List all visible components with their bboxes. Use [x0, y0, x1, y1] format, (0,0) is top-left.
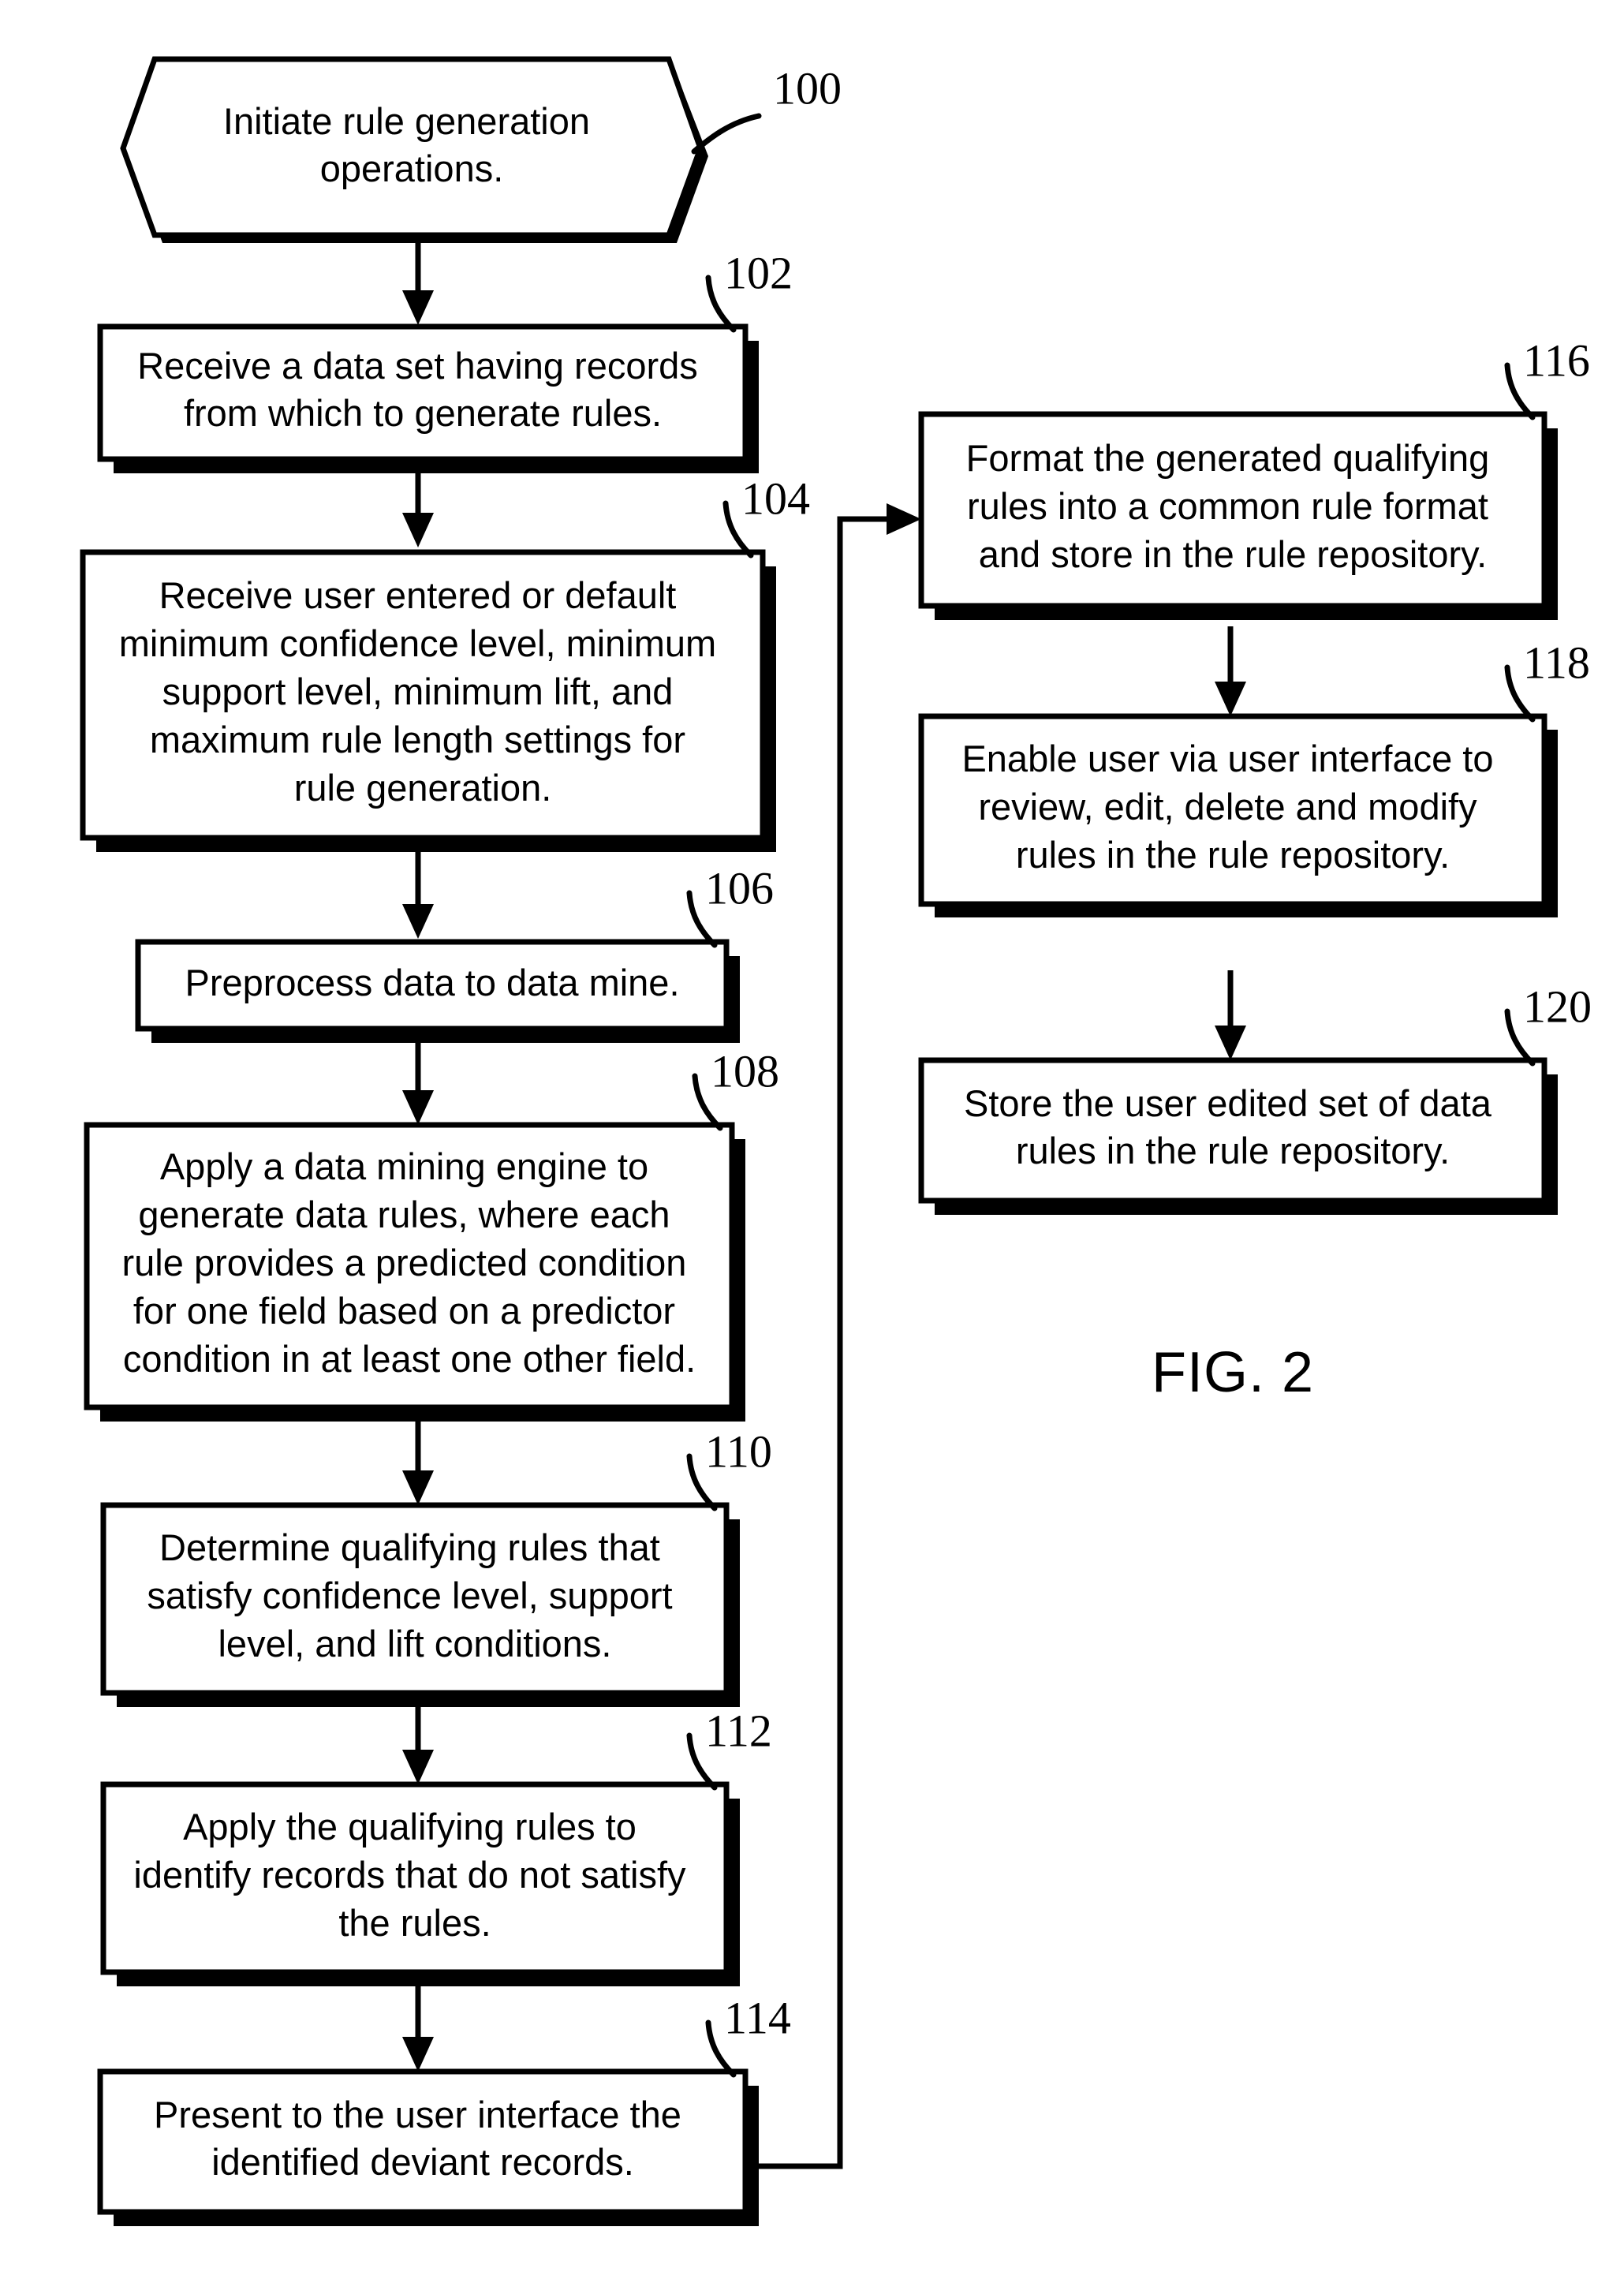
edge-112-114	[402, 1982, 434, 2072]
flowchart-svg: Initiate rule generation operations. 100…	[80, 56, 1592, 2226]
node-110-line-1: satisfy confidence level, support	[147, 1575, 672, 1616]
node-104-line-0: Receive user entered or default	[159, 574, 677, 616]
ref-label-120: 120	[1523, 981, 1592, 1032]
node-100-line-0: Initiate rule generation	[223, 100, 590, 142]
node-120-line-1: rules in the rule repository.	[1016, 1130, 1450, 1171]
node-100: Initiate rule generation operations. 100	[120, 56, 842, 243]
node-102: Receive a data set having records from w…	[97, 247, 793, 473]
figure-label: FIG. 2	[1152, 1341, 1314, 1404]
node-118-line-2: rules in the rule repository.	[1016, 834, 1450, 876]
node-106: Preprocess data to data mine. 106	[135, 862, 774, 1043]
ref-label-116: 116	[1523, 334, 1590, 386]
node-102-line-0: Receive a data set having records	[137, 345, 698, 387]
node-104-line-2: support level, minimum lift, and	[162, 671, 674, 712]
node-108-line-2: rule provides a predicted condition	[122, 1242, 687, 1283]
node-102-line-1: from which to generate rules.	[184, 392, 662, 434]
node-108-text: Apply a data mining engine to generate d…	[122, 1145, 697, 1380]
node-116-line-2: and store in the rule repository.	[979, 533, 1487, 575]
edge-118-120	[1215, 970, 1246, 1060]
node-120: Store the user edited set of data rules …	[918, 981, 1592, 1215]
node-118: Enable user via user interface to review…	[918, 637, 1590, 917]
node-104-line-4: rule generation.	[294, 767, 552, 809]
node-112-line-1: identify records that do not satisfy	[133, 1854, 686, 1896]
ref-label-102: 102	[724, 247, 793, 298]
ref-label-112: 112	[705, 1705, 772, 1756]
node-116-line-1: rules into a common rule format	[967, 485, 1488, 527]
node-104: Receive user entered or default minimum …	[80, 473, 810, 852]
ref-label-104: 104	[741, 473, 810, 524]
ref-label-106: 106	[705, 862, 774, 913]
ref-label-100: 100	[773, 62, 842, 114]
node-116-line-0: Format the generated qualifying	[966, 437, 1490, 479]
node-110-text: Determine qualifying rules that satisfy …	[147, 1526, 682, 1664]
patent-figure: Initiate rule generation operations. 100…	[0, 0, 1624, 2294]
node-108-line-4: condition in at least one other field.	[123, 1338, 696, 1380]
ref-label-114: 114	[724, 1992, 791, 2043]
node-112-line-0: Apply the qualifying rules to	[183, 1806, 637, 1848]
node-108-line-1: generate data rules, where each	[138, 1194, 670, 1235]
ref-label-118: 118	[1523, 637, 1590, 688]
node-112-line-2: the rules.	[338, 1902, 491, 1944]
node-110: Determine qualifying rules that satisfy …	[100, 1425, 772, 1707]
node-114-line-0: Present to the user interface the	[154, 2094, 681, 2135]
node-108: Apply a data mining engine to generate d…	[84, 1045, 779, 1422]
node-114: Present to the user interface the identi…	[97, 1992, 791, 2226]
node-120-line-0: Store the user edited set of data	[964, 1082, 1492, 1124]
node-116-text: Format the generated qualifying rules in…	[966, 437, 1500, 575]
node-112: Apply the qualifying rules to identify r…	[100, 1705, 772, 1986]
edge-108-110	[402, 1416, 434, 1505]
edge-104-106	[402, 844, 434, 939]
ref-label-108: 108	[711, 1045, 779, 1097]
node-110-line-2: level, and lift conditions.	[218, 1623, 611, 1664]
node-106-text: Preprocess data to data mine.	[185, 962, 679, 1003]
node-100-line-1: operations.	[320, 148, 504, 189]
node-108-line-3: for one field based on a predictor	[133, 1290, 675, 1332]
node-110-line-0: Determine qualifying rules that	[159, 1526, 660, 1568]
node-118-line-1: review, edit, delete and modify	[978, 786, 1477, 828]
edge-116-118	[1215, 626, 1246, 716]
node-108-line-0: Apply a data mining engine to	[160, 1145, 648, 1187]
node-106-line-0: Preprocess data to data mine.	[185, 962, 679, 1003]
node-118-text: Enable user via user interface to review…	[961, 738, 1503, 876]
edge-100-102	[402, 237, 434, 325]
node-104-line-3: maximum rule length settings for	[150, 719, 685, 760]
node-118-line-0: Enable user via user interface to	[961, 738, 1493, 779]
ref-label-110: 110	[705, 1425, 772, 1477]
edge-106-108	[402, 1035, 434, 1125]
node-104-line-1: minimum confidence level, minimum	[119, 622, 716, 664]
node-114-line-1: identified deviant records.	[211, 2141, 634, 2183]
node-116: Format the generated qualifying rules in…	[918, 334, 1590, 620]
